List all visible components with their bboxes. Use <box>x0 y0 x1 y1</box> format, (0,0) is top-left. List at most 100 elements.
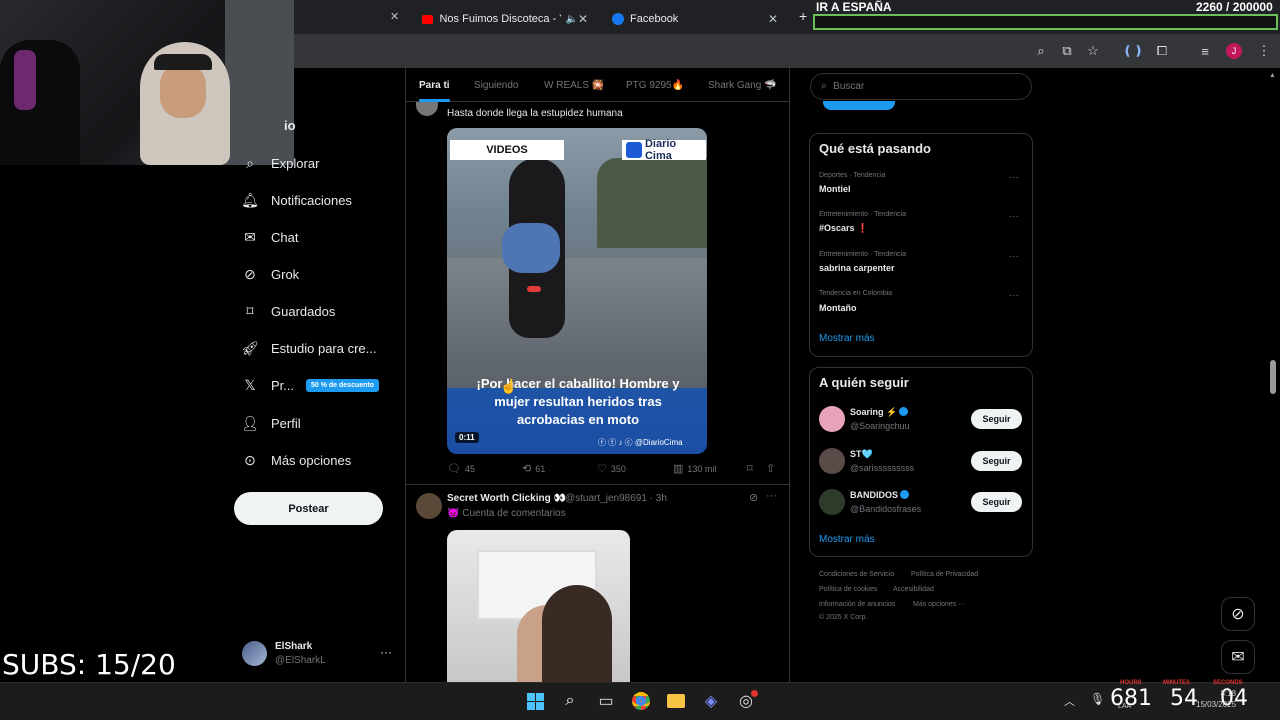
sidebar-item-chat[interactable]: ✉ Chat <box>242 226 298 248</box>
chrome-icon[interactable] <box>629 689 653 713</box>
search-icon[interactable]: ⌕ <box>558 689 582 713</box>
tab-close-button[interactable]: ✕ <box>390 10 399 23</box>
tab-close-button[interactable]: ✕ <box>578 12 588 26</box>
bookmark-button[interactable]: ⌑ <box>747 462 757 475</box>
repost-count: 61 <box>535 463 546 474</box>
system-clock[interactable]: 8:18 15/03/2025 <box>1196 688 1236 710</box>
trends-show-more-link[interactable]: Mostrar más <box>819 333 875 344</box>
footer-link-ads-info[interactable]: Información de anuncios <box>819 601 895 608</box>
follow-button[interactable]: Seguir <box>971 451 1022 471</box>
repost-button[interactable]: ⟲ 61 <box>522 462 545 475</box>
trend-context: Entretenimiento · Tendencia <box>819 211 907 218</box>
avatar[interactable] <box>242 641 267 666</box>
trend-name[interactable]: sabrina carpenter <box>819 263 895 273</box>
tweet-image[interactable] <box>447 530 630 682</box>
sidebar-item-explore[interactable]: ⌕ Explorar <box>242 152 319 174</box>
suggestion-name[interactable]: Soaring ⚡ <box>850 407 909 418</box>
trend-more-button[interactable]: ··· <box>1009 172 1019 183</box>
reply-button[interactable]: 🗨︎ 45 <box>447 462 475 475</box>
rocket-icon: 🚀︎ <box>241 339 259 356</box>
sidebar-item-home[interactable]: io <box>284 114 296 136</box>
menu-icon[interactable]: ⋮ <box>1255 42 1273 60</box>
discount-badge: 50 % de descuento <box>306 379 380 392</box>
account-more-button[interactable]: ··· <box>380 645 392 659</box>
share-button[interactable]: ⇧ <box>766 462 779 475</box>
footer-link-privacy[interactable]: Política de Privacidad <box>911 571 978 578</box>
brand-logo-icon <box>626 142 642 158</box>
footer-link-terms[interactable]: Condiciones de Servicio <box>819 571 894 578</box>
grok-fab-button[interactable]: ⊘ <box>1221 597 1255 631</box>
footer-link-cookies[interactable]: Política de cookies <box>819 586 877 593</box>
zoom-icon[interactable]: ⌕ <box>1032 42 1050 60</box>
new-tab-button[interactable]: + <box>799 8 807 24</box>
person-icon: 👤︎ <box>241 414 259 431</box>
task-view-icon[interactable]: ▭ <box>594 689 618 713</box>
subscribe-button[interactable] <box>823 101 895 110</box>
views-icon: ▥ <box>673 463 684 475</box>
post-button[interactable]: Postear <box>234 492 383 525</box>
vpn-icon[interactable]: ◈ <box>699 689 723 713</box>
suggestion-name[interactable]: BANDIDOS <box>850 490 910 500</box>
sidebar-item-profile[interactable]: 👤︎ Perfil <box>241 412 301 434</box>
suggestion-name[interactable]: ST🩵 <box>850 449 873 460</box>
who-show-more-link[interactable]: Mostrar más <box>819 534 875 545</box>
footer-link-more[interactable]: Más opciones ··· <box>913 601 965 608</box>
microphone-icon[interactable]: 🎙︎ <box>1090 692 1105 706</box>
trend-name[interactable]: Montaño <box>819 303 857 313</box>
install-icon[interactable]: ⧉ <box>1058 42 1076 60</box>
timer-hours: 681 <box>1110 686 1152 711</box>
search-input[interactable]: ⌕ Buscar <box>810 73 1032 100</box>
tray-chevron-icon[interactable]: ︿ <box>1064 693 1075 709</box>
star-icon[interactable]: ☆ <box>1084 42 1102 60</box>
like-button[interactable]: ♡ 350 <box>597 462 626 475</box>
tab-for-you[interactable]: Para ti <box>419 80 450 91</box>
tab-facebook[interactable]: Facebook ✕ <box>602 4 788 34</box>
recording-indicator <box>751 690 758 697</box>
bell-icon: 🔔︎ <box>241 191 259 208</box>
trend-more-button[interactable]: ··· <box>1009 290 1019 301</box>
avatar[interactable] <box>819 489 845 515</box>
sidebar-item-more-options[interactable]: ⊙ Más opciones <box>242 449 351 471</box>
sidebar-item-bookmarks[interactable]: ⌑ Guardados <box>242 300 335 322</box>
scroll-up-arrow-icon[interactable]: ▲ <box>1269 72 1276 79</box>
sidebar-item-creator-studio[interactable]: 🚀︎ Estudio para cre... <box>241 337 376 359</box>
avatar[interactable] <box>819 406 845 432</box>
sidebar-item-notifications[interactable]: 🔔︎ Notificaciones <box>241 189 352 211</box>
media-icon[interactable]: ≡ <box>1196 42 1214 60</box>
tab-ptg[interactable]: PTG 9295🔥 <box>626 80 684 91</box>
tweet-author-name[interactable]: Secret Worth Clicking 👀 <box>447 493 566 504</box>
footer-link-accessibility[interactable]: Accesibilidad <box>893 586 934 593</box>
account-name[interactable]: ElShark <box>275 641 312 652</box>
sidebar-item-label: Explorar <box>271 155 320 171</box>
windows-start-icon[interactable] <box>523 689 547 713</box>
scrollbar-thumb[interactable] <box>1270 360 1276 394</box>
follow-button[interactable]: Seguir <box>971 492 1022 512</box>
trend-name[interactable]: Montiel <box>819 184 851 194</box>
sidebar-item-premium[interactable]: 𝕏 Pr... <box>242 374 294 396</box>
file-explorer-icon[interactable] <box>664 689 688 713</box>
tab-close-button[interactable]: ✕ <box>768 12 778 26</box>
trend-more-button[interactable]: ··· <box>1009 211 1019 222</box>
grok-icon[interactable]: ⊘ <box>749 491 758 504</box>
extension-icon[interactable]: ❪❫ <box>1122 42 1144 60</box>
trend-more-button[interactable]: ··· <box>1009 251 1019 262</box>
trend-name[interactable]: #Oscars ❗ <box>819 223 868 234</box>
puzzle-icon[interactable]: ⧠ <box>1153 42 1171 60</box>
profile-icon[interactable]: J <box>1225 42 1243 60</box>
messages-fab-button[interactable]: ✉ <box>1221 640 1255 674</box>
tab-shark-gang[interactable]: Shark Gang 🦈 <box>708 80 777 91</box>
avatar[interactable] <box>416 102 438 116</box>
goal-count: 2260 / 200000 <box>1196 0 1273 14</box>
trend-context: Tendencia en Colombia <box>819 290 893 297</box>
views-button[interactable]: ▥ 130 mil <box>673 462 716 475</box>
search-icon: ⌕ <box>821 80 828 92</box>
tweet-more-button[interactable]: ··· <box>766 490 777 502</box>
tab-following[interactable]: Siguiendo <box>474 80 518 91</box>
tab-youtube[interactable]: Nos Fuimos Discoteca - You 🔈 ✕ <box>412 4 598 34</box>
trend-context: Entretenimiento · Tendencia <box>819 251 907 258</box>
follow-button[interactable]: Seguir <box>971 409 1022 429</box>
avatar[interactable] <box>416 493 442 519</box>
avatar[interactable] <box>819 448 845 474</box>
tab-w-reals[interactable]: W REALS 🎇 <box>544 80 604 91</box>
sidebar-item-grok[interactable]: ⊘ Grok <box>242 263 299 285</box>
